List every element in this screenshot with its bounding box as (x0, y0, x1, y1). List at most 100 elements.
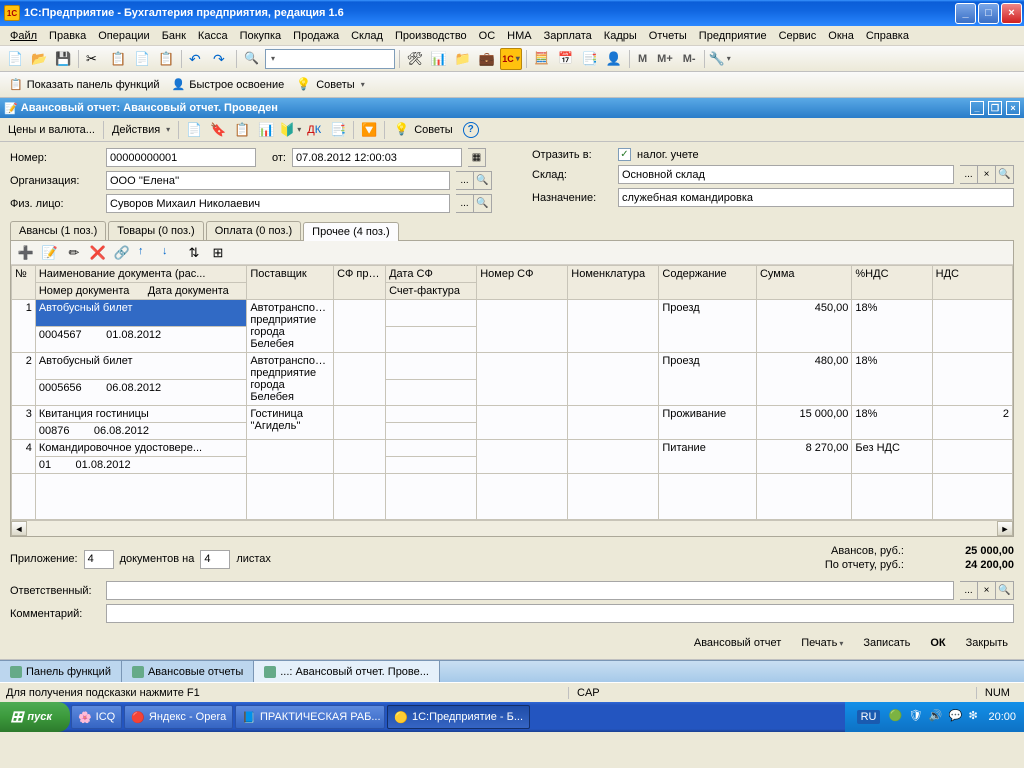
task-word[interactable]: 📘 ПРАКТИЧЕСКАЯ РАБ... (235, 705, 385, 729)
menu-help[interactable]: Справка (860, 28, 915, 44)
print-button[interactable]: Печать (795, 635, 849, 651)
menu-enterprise[interactable]: Предприятие (693, 28, 773, 44)
mminus-button[interactable]: М- (679, 53, 700, 65)
wh-clear-icon[interactable]: × (978, 165, 996, 184)
menu-bank[interactable]: Банк (156, 28, 192, 44)
doc-close-button[interactable]: × (1006, 101, 1020, 115)
org-more-icon[interactable]: ... (456, 171, 474, 190)
doc-tool-dk-icon[interactable]: ДК (303, 119, 325, 141)
close-button[interactable]: × (1001, 3, 1022, 24)
tab-advances[interactable]: Авансы (1 поз.) (10, 221, 106, 240)
col-nomen[interactable]: Номенклатура (568, 266, 659, 300)
minimize-button[interactable]: _ (955, 3, 976, 24)
resp-search-icon[interactable]: 🔍 (996, 581, 1014, 600)
table-row[interactable]: 3Квитанция гостиницыГостиница ''Агидель'… (12, 406, 1013, 423)
cut-icon[interactable] (83, 48, 105, 70)
menu-production[interactable]: Производство (389, 28, 473, 44)
org-search-icon[interactable]: 🔍 (474, 171, 492, 190)
tab-payment[interactable]: Оплата (0 поз.) (206, 221, 301, 240)
tool-icon-5[interactable]: 📑 (579, 48, 601, 70)
data-grid[interactable]: № Наименование документа (рас... Поставщ… (11, 265, 1013, 520)
date-picker-icon[interactable]: ▦ (468, 148, 486, 167)
menu-service[interactable]: Сервис (773, 28, 823, 44)
wh-more-icon[interactable]: ... (960, 165, 978, 184)
menu-purchase[interactable]: Покупка (234, 28, 288, 44)
col-sfnum[interactable]: Номер СФ (477, 266, 568, 300)
tool-icon-2[interactable]: 📊 (428, 48, 450, 70)
grid-del-icon[interactable]: ❌ (87, 242, 109, 264)
col-vatpct[interactable]: %НДС (852, 266, 932, 300)
resp-clear-icon[interactable]: × (978, 581, 996, 600)
col-sum[interactable]: Сумма (756, 266, 851, 300)
attach-docs-field[interactable]: 4 (84, 550, 114, 569)
tool-icon-1c[interactable]: 1C (500, 48, 522, 70)
wintab-reports[interactable]: Авансовые отчеты (122, 661, 254, 682)
number-field[interactable]: 00000000001 (106, 148, 256, 167)
prices-button[interactable]: Цены и валюта... (4, 124, 99, 136)
ok-button[interactable]: ОК (924, 635, 951, 651)
tool-icon-3[interactable]: 📁 (452, 48, 474, 70)
wintab-panel[interactable]: Панель функций (0, 661, 122, 682)
grid-tool-icon[interactable]: ⊞ (207, 242, 229, 264)
scroll-right-icon[interactable]: ► (997, 521, 1013, 536)
col-sf[interactable]: СФ пред... (334, 266, 386, 300)
doc-tool-1-icon[interactable]: 📄 (183, 119, 205, 141)
mplus-button[interactable]: М+ (653, 53, 677, 65)
doc-tool-2-icon[interactable]: 🔖 (207, 119, 229, 141)
calc-icon[interactable] (531, 48, 553, 70)
tray-icon[interactable]: 🛡 (908, 709, 924, 725)
menu-staff[interactable]: Кадры (598, 28, 643, 44)
menu-operations[interactable]: Операции (92, 28, 155, 44)
tips-button[interactable]: Советы (291, 74, 370, 96)
menu-file[interactable]: Файл (4, 28, 43, 44)
tab-goods[interactable]: Товары (0 поз.) (108, 221, 203, 240)
doc-tips-button[interactable]: Советы (389, 119, 457, 141)
tab-other[interactable]: Прочее (4 поз.) (303, 222, 398, 241)
col-sfdate[interactable]: Дата СФ (386, 266, 477, 283)
new-icon[interactable] (4, 48, 26, 70)
show-panel-button[interactable]: 📋Показать панель функций (4, 75, 165, 94)
grid-add-icon[interactable]: ➕ (15, 242, 37, 264)
grid-add2-icon[interactable]: 📝 (39, 242, 61, 264)
doc-minimize-button[interactable]: _ (970, 101, 984, 115)
copy-icon[interactable] (107, 48, 129, 70)
tool-icon-1[interactable]: 🛠 (404, 48, 426, 70)
doc-tool-6-icon[interactable]: 📑 (327, 119, 349, 141)
lang-indicator[interactable]: RU (857, 710, 881, 724)
menu-warehouse[interactable]: Склад (345, 28, 389, 44)
menu-windows[interactable]: Окна (822, 28, 860, 44)
grid-sort-icon[interactable]: ⇅ (183, 242, 205, 264)
person-more-icon[interactable]: ... (456, 194, 474, 213)
paste2-icon[interactable] (155, 48, 177, 70)
warehouse-field[interactable]: Основной склад (618, 165, 954, 184)
col-docname[interactable]: Наименование документа (рас... (35, 266, 246, 283)
person-field[interactable]: Суворов Михаил Николаевич (106, 194, 450, 213)
col-content[interactable]: Содержание (659, 266, 757, 300)
tool-icon-4[interactable]: 💼 (476, 48, 498, 70)
m-button[interactable]: М (634, 53, 651, 65)
save-button[interactable]: Записать (857, 635, 916, 651)
menu-kassa[interactable]: Касса (192, 28, 234, 44)
tax-checkbox[interactable] (618, 148, 631, 161)
table-row[interactable]: 4Командировочное удостовере...Питание8 2… (12, 440, 1013, 457)
paste-icon[interactable] (131, 48, 153, 70)
settings-icon[interactable]: 🔧 (709, 48, 731, 70)
horizontal-scrollbar[interactable]: ◄ ► (11, 520, 1013, 536)
calendar-icon[interactable] (555, 48, 577, 70)
doc-tool-3-icon[interactable]: 📋 (231, 119, 253, 141)
undo-icon[interactable] (186, 48, 208, 70)
menu-salary[interactable]: Зарплата (538, 28, 598, 44)
doc-tool-5-icon[interactable]: 🔰 (279, 119, 301, 141)
task-icq[interactable]: 🌸 ICQ (71, 705, 122, 729)
resp-more-icon[interactable]: ... (960, 581, 978, 600)
task-1c[interactable]: 🟡 1С:Предприятие - Б... (387, 705, 530, 729)
doc-tool-7-icon[interactable]: 🔽 (358, 119, 380, 141)
menu-reports[interactable]: Отчеты (643, 28, 693, 44)
tool-icon-6[interactable]: 👤 (603, 48, 625, 70)
quick-learn-button[interactable]: 👤Быстрое освоение (167, 75, 290, 94)
grid-ref-icon[interactable]: 🔗 (111, 242, 133, 264)
attach-sheets-field[interactable]: 4 (200, 550, 230, 569)
resp-field[interactable] (106, 581, 954, 600)
org-field[interactable]: ООО ''Елена'' (106, 171, 450, 190)
start-button[interactable]: ⊞пуск (0, 702, 70, 732)
